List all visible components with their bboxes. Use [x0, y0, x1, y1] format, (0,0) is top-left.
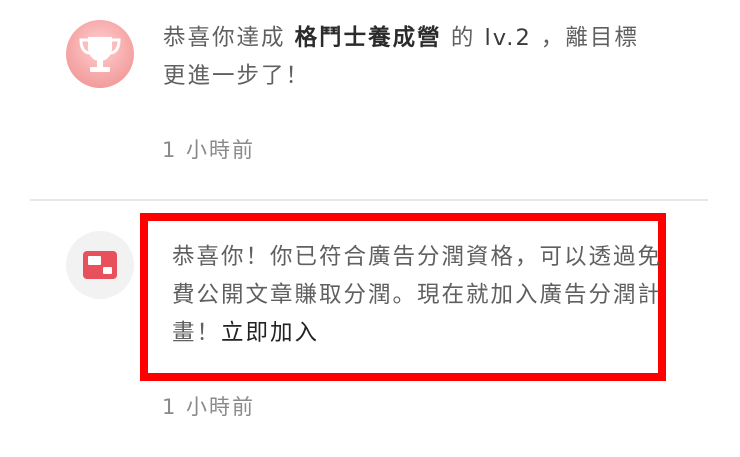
ad-card-icon — [66, 231, 134, 299]
notification-message: 恭喜你！你已符合廣告分潤資格，可以透過免費公開文章賺取分潤。現在就加入廣告分潤計… — [172, 244, 663, 346]
trophy-icon — [66, 20, 134, 88]
achievement-name: 格鬥士養成營 — [294, 25, 442, 51]
notification-time: 1 小時前 — [162, 395, 256, 419]
notification-item[interactable]: 恭喜你！你已符合廣告分潤資格，可以透過免費公開文章賺取分潤。現在就加入廣告分潤計… — [0, 201, 740, 457]
notification-item[interactable]: 恭喜你達成 格鬥士養成營 的 lv.2 ，離目標更進一步了！ 1 小時前 — [0, 0, 740, 200]
notification-message: 恭喜你達成 格鬥士養成營 的 lv.2 ，離目標更進一步了！ — [163, 25, 639, 89]
join-now-link[interactable]: 立即加入 — [221, 320, 319, 346]
highlight-box: 恭喜你！你已符合廣告分潤資格，可以透過免費公開文章賺取分潤。現在就加入廣告分潤計… — [140, 213, 666, 381]
notification-time: 1 小時前 — [162, 138, 256, 162]
achievement-level: lv.2 — [484, 25, 532, 51]
